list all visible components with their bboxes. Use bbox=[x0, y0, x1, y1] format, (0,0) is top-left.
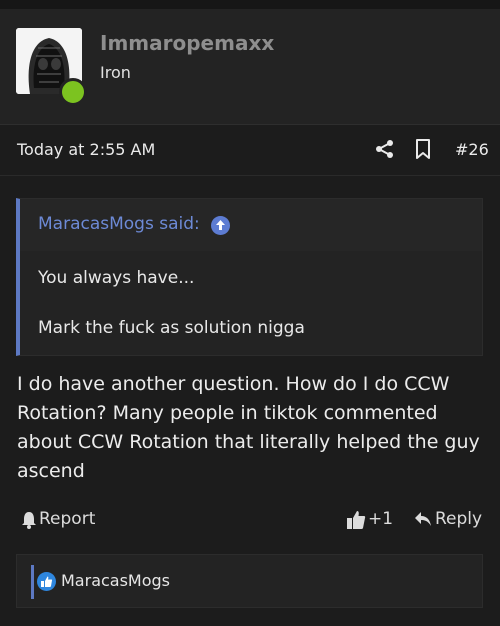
online-status-indicator bbox=[59, 78, 87, 106]
post-date[interactable]: Today at 2:55 AM bbox=[17, 140, 155, 159]
quote-text-line: You always have... bbox=[38, 268, 195, 288]
post-meta-row: Today at 2:55 AM #26 bbox=[0, 126, 500, 174]
user-rank: Iron bbox=[100, 63, 131, 82]
bookmark-icon[interactable] bbox=[415, 139, 431, 159]
like-reaction-icon bbox=[37, 572, 56, 591]
thumbs-up-icon[interactable] bbox=[346, 510, 366, 530]
reactions-bar[interactable]: MaracasMogs bbox=[16, 554, 483, 608]
post-body: I do have another question. How do I do … bbox=[17, 373, 480, 482]
post-author-header: Immaropemaxx Iron bbox=[0, 9, 500, 125]
reaction-user-link[interactable]: MaracasMogs bbox=[61, 571, 170, 590]
quote-text-line: Mark the fuck as solution nigga bbox=[38, 318, 305, 338]
bell-icon[interactable] bbox=[21, 511, 37, 529]
post-actions: Report +1 Reply bbox=[0, 505, 500, 535]
like-button[interactable]: +1 bbox=[368, 509, 393, 529]
share-icon[interactable] bbox=[375, 139, 395, 159]
reactions-accent-bar bbox=[31, 565, 34, 599]
reply-button[interactable]: Reply bbox=[435, 509, 482, 529]
username[interactable]: Immaropemaxx bbox=[100, 31, 274, 55]
divider bbox=[0, 175, 500, 176]
arrow-up-circle-icon[interactable] bbox=[211, 216, 230, 235]
reply-arrow-icon[interactable] bbox=[414, 511, 432, 527]
report-button[interactable]: Report bbox=[39, 509, 95, 529]
top-bar bbox=[0, 0, 500, 9]
quote-header: MaracasMogs said: bbox=[20, 199, 482, 251]
post-number-link[interactable]: #26 bbox=[455, 140, 489, 159]
quote-author-link[interactable]: MaracasMogs said: bbox=[38, 214, 200, 234]
quote-block: MaracasMogs said: You always have... Mar… bbox=[16, 198, 483, 356]
